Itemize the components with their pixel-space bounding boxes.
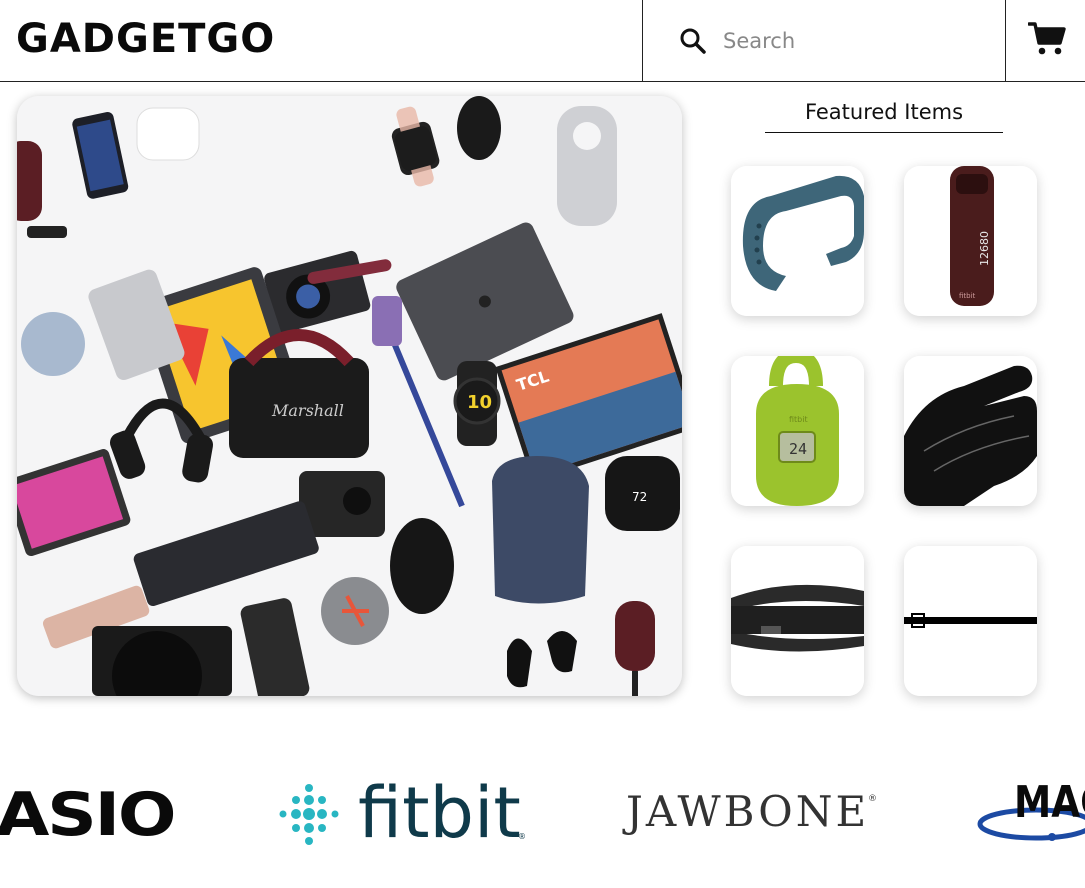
svg-text:24: 24 (789, 440, 807, 458)
gadgets-flatlay-illustration: TCL Marshall 10 72 (17, 96, 682, 696)
search-input[interactable] (723, 24, 983, 58)
registered-mark: ® (518, 832, 526, 841)
brand-logo-fitbit[interactable]: fitbit (358, 772, 521, 854)
featured-item-card[interactable]: 24 fitbit (731, 356, 864, 506)
featured-item-card[interactable]: 12680 fitbit (904, 166, 1037, 316)
svg-text:fitbit: fitbit (959, 292, 976, 300)
thin-black-strap-image (904, 546, 1037, 696)
featured-items-heading: Featured Items (765, 100, 1003, 133)
hero-gadgets-image[interactable]: TCL Marshall 10 72 (17, 96, 682, 696)
brand-logo-jawbone[interactable]: JAWBONE (626, 787, 869, 836)
featured-item-card[interactable] (731, 546, 864, 696)
search-icon[interactable] (679, 27, 707, 55)
svg-text:Marshall: Marshall (271, 401, 344, 420)
shopping-cart-icon (1028, 22, 1066, 55)
blue-fitness-band-image (731, 166, 864, 316)
registered-mark: ® (868, 794, 877, 804)
site-header: GADGETGO (0, 0, 1085, 82)
featured-item-card[interactable] (904, 356, 1037, 506)
svg-text:fitbit: fitbit (789, 415, 808, 424)
fitbit-dots-icon (279, 784, 339, 845)
chest-strap-heart-monitor-image (731, 546, 864, 696)
featured-item-card[interactable] (904, 546, 1037, 696)
black-sensor-glove-image (904, 356, 1037, 506)
brand-logo-casio[interactable]: ASIO (0, 780, 177, 850)
svg-text:72: 72 (632, 490, 647, 504)
svg-text:12680: 12680 (978, 231, 991, 266)
lime-fitbit-zip-image: 24 fitbit (731, 356, 864, 506)
site-logo[interactable]: GADGETGO (16, 16, 275, 62)
cart-button[interactable] (1006, 0, 1085, 82)
featured-item-card[interactable] (731, 166, 864, 316)
search-bar[interactable] (642, 0, 1006, 82)
brand-logo-magellan[interactable]: MAG (1014, 777, 1085, 828)
maroon-fitbit-one-image: 12680 fitbit (904, 166, 1037, 316)
svg-text:10: 10 (467, 392, 492, 413)
